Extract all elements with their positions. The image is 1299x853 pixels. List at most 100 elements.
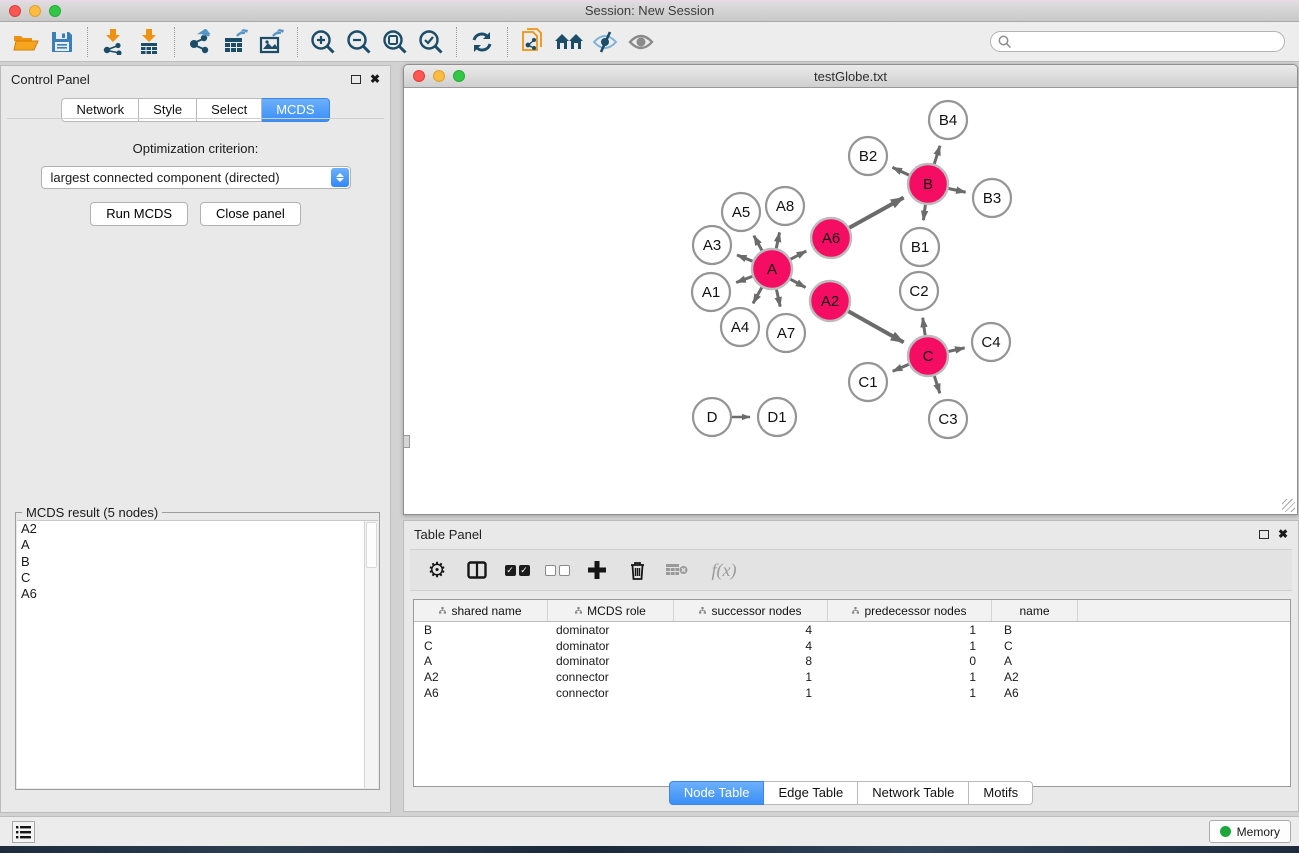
- table-cell[interactable]: 4: [674, 623, 828, 637]
- zoom-in-button[interactable]: [305, 25, 341, 59]
- new-session-from-network-button[interactable]: [515, 25, 551, 59]
- graph-edge[interactable]: [948, 348, 964, 352]
- close-table-panel-icon[interactable]: ✖: [1278, 528, 1288, 540]
- table-cell[interactable]: 1: [674, 686, 828, 700]
- network-canvas[interactable]: B4B2BB3A8A5A6A3B1AA1C2A2A4A7C4CC1DD1C3: [404, 88, 1297, 514]
- optimization-criterion-select[interactable]: largest connected component (directed): [41, 166, 351, 189]
- tab-motifs[interactable]: Motifs: [969, 781, 1033, 805]
- deselect-all-button[interactable]: [544, 557, 570, 583]
- column-header-shared-name[interactable]: shared name: [414, 600, 548, 621]
- column-header-predecessor-nodes[interactable]: predecessor nodes: [828, 600, 992, 621]
- table-cell[interactable]: A6: [414, 686, 548, 700]
- run-mcds-button[interactable]: Run MCDS: [90, 202, 188, 226]
- table-cell[interactable]: A6: [992, 686, 1078, 700]
- export-table-button[interactable]: [218, 25, 254, 59]
- graph-edge[interactable]: [923, 205, 925, 220]
- graph-edge[interactable]: [737, 255, 752, 261]
- select-all-button[interactable]: ✓✓: [504, 557, 530, 583]
- table-cell[interactable]: A: [414, 654, 548, 668]
- delete-table-button[interactable]: [664, 557, 690, 583]
- graph-edge[interactable]: [848, 311, 903, 342]
- tab-node-table[interactable]: Node Table: [669, 781, 765, 805]
- network-window-titlebar[interactable]: testGlobe.txt: [404, 65, 1297, 88]
- graph-edge[interactable]: [892, 167, 909, 175]
- table-row[interactable]: A6connector11A6: [414, 685, 1290, 701]
- table-cell[interactable]: C: [992, 639, 1078, 653]
- table-cell[interactable]: 1: [828, 686, 992, 700]
- table-cell[interactable]: 8: [674, 654, 828, 668]
- graph-edge[interactable]: [949, 188, 966, 192]
- table-cell[interactable]: 0: [828, 654, 992, 668]
- zoom-out-button[interactable]: [341, 25, 377, 59]
- table-cell[interactable]: A2: [414, 670, 548, 684]
- graph-edge[interactable]: [934, 376, 939, 393]
- result-item[interactable]: A6: [17, 586, 378, 602]
- tab-network-table[interactable]: Network Table: [858, 781, 969, 805]
- graphics-details-toggle-button[interactable]: [587, 25, 623, 59]
- result-item[interactable]: A: [17, 537, 378, 553]
- result-item[interactable]: B: [17, 554, 378, 570]
- delete-column-button[interactable]: [624, 557, 650, 583]
- table-cell[interactable]: C: [414, 639, 548, 653]
- tab-edge-table[interactable]: Edge Table: [764, 781, 858, 805]
- toggle-column-view-button[interactable]: [464, 557, 490, 583]
- table-cell[interactable]: connector: [548, 686, 674, 700]
- graph-edge[interactable]: [923, 318, 925, 335]
- table-row[interactable]: A2connector11A2: [414, 669, 1290, 685]
- table-cell[interactable]: B: [414, 623, 548, 637]
- resize-grip-icon[interactable]: [1282, 499, 1295, 512]
- close-panel-icon[interactable]: ✖: [370, 73, 380, 85]
- result-item[interactable]: C: [17, 570, 378, 586]
- graph-edge[interactable]: [893, 364, 909, 371]
- graph-edge[interactable]: [791, 251, 807, 259]
- close-panel-button[interactable]: Close panel: [200, 202, 301, 226]
- table-row[interactable]: Bdominator41B: [414, 622, 1290, 638]
- graph-edge[interactable]: [776, 232, 779, 248]
- table-cell[interactable]: 1: [674, 670, 828, 684]
- window-edge-handle[interactable]: [403, 435, 410, 448]
- import-table-button[interactable]: [131, 25, 167, 59]
- table-cell[interactable]: dominator: [548, 639, 674, 653]
- table-cell[interactable]: dominator: [548, 623, 674, 637]
- export-image-button[interactable]: [254, 25, 290, 59]
- graph-edge[interactable]: [753, 287, 762, 303]
- table-row[interactable]: Adominator80A: [414, 654, 1290, 670]
- save-session-button[interactable]: [44, 25, 80, 59]
- table-cell[interactable]: 1: [828, 670, 992, 684]
- table-cell[interactable]: 1: [828, 623, 992, 637]
- graph-edge[interactable]: [736, 276, 752, 282]
- float-table-panel-icon[interactable]: [1259, 530, 1269, 539]
- table-row[interactable]: Cdominator41C: [414, 638, 1290, 654]
- table-cell[interactable]: A: [992, 654, 1078, 668]
- refresh-button[interactable]: [464, 25, 500, 59]
- memory-button[interactable]: Memory: [1209, 820, 1291, 843]
- table-cell[interactable]: 1: [828, 639, 992, 653]
- search-input[interactable]: [990, 31, 1285, 52]
- graph-edge[interactable]: [776, 290, 780, 307]
- graph-edge[interactable]: [934, 146, 940, 164]
- import-network-button[interactable]: [95, 25, 131, 59]
- show-task-history-button[interactable]: [12, 821, 35, 843]
- column-header-mcds-role[interactable]: MCDS role: [548, 600, 674, 621]
- export-network-button[interactable]: [182, 25, 218, 59]
- table-cell[interactable]: connector: [548, 670, 674, 684]
- column-header-successor-nodes[interactable]: successor nodes: [674, 600, 828, 621]
- float-panel-icon[interactable]: [351, 75, 361, 84]
- table-cell[interactable]: 4: [674, 639, 828, 653]
- graph-edge[interactable]: [790, 279, 805, 287]
- add-column-button[interactable]: [584, 557, 610, 583]
- table-cell[interactable]: dominator: [548, 654, 674, 668]
- zoom-selected-button[interactable]: [413, 25, 449, 59]
- graph-edge[interactable]: [849, 198, 903, 228]
- open-session-button[interactable]: [8, 25, 44, 59]
- table-cell[interactable]: B: [992, 623, 1078, 637]
- home-view-button[interactable]: [551, 25, 587, 59]
- column-header-name[interactable]: name: [992, 600, 1078, 621]
- apply-function-button[interactable]: f(x): [704, 557, 744, 583]
- graph-edge[interactable]: [754, 236, 762, 251]
- table-settings-button[interactable]: ⚙: [424, 557, 450, 583]
- birdseye-view-button[interactable]: [623, 25, 659, 59]
- table-cell[interactable]: A2: [992, 670, 1078, 684]
- zoom-fit-button[interactable]: [377, 25, 413, 59]
- result-item[interactable]: A2: [17, 521, 378, 537]
